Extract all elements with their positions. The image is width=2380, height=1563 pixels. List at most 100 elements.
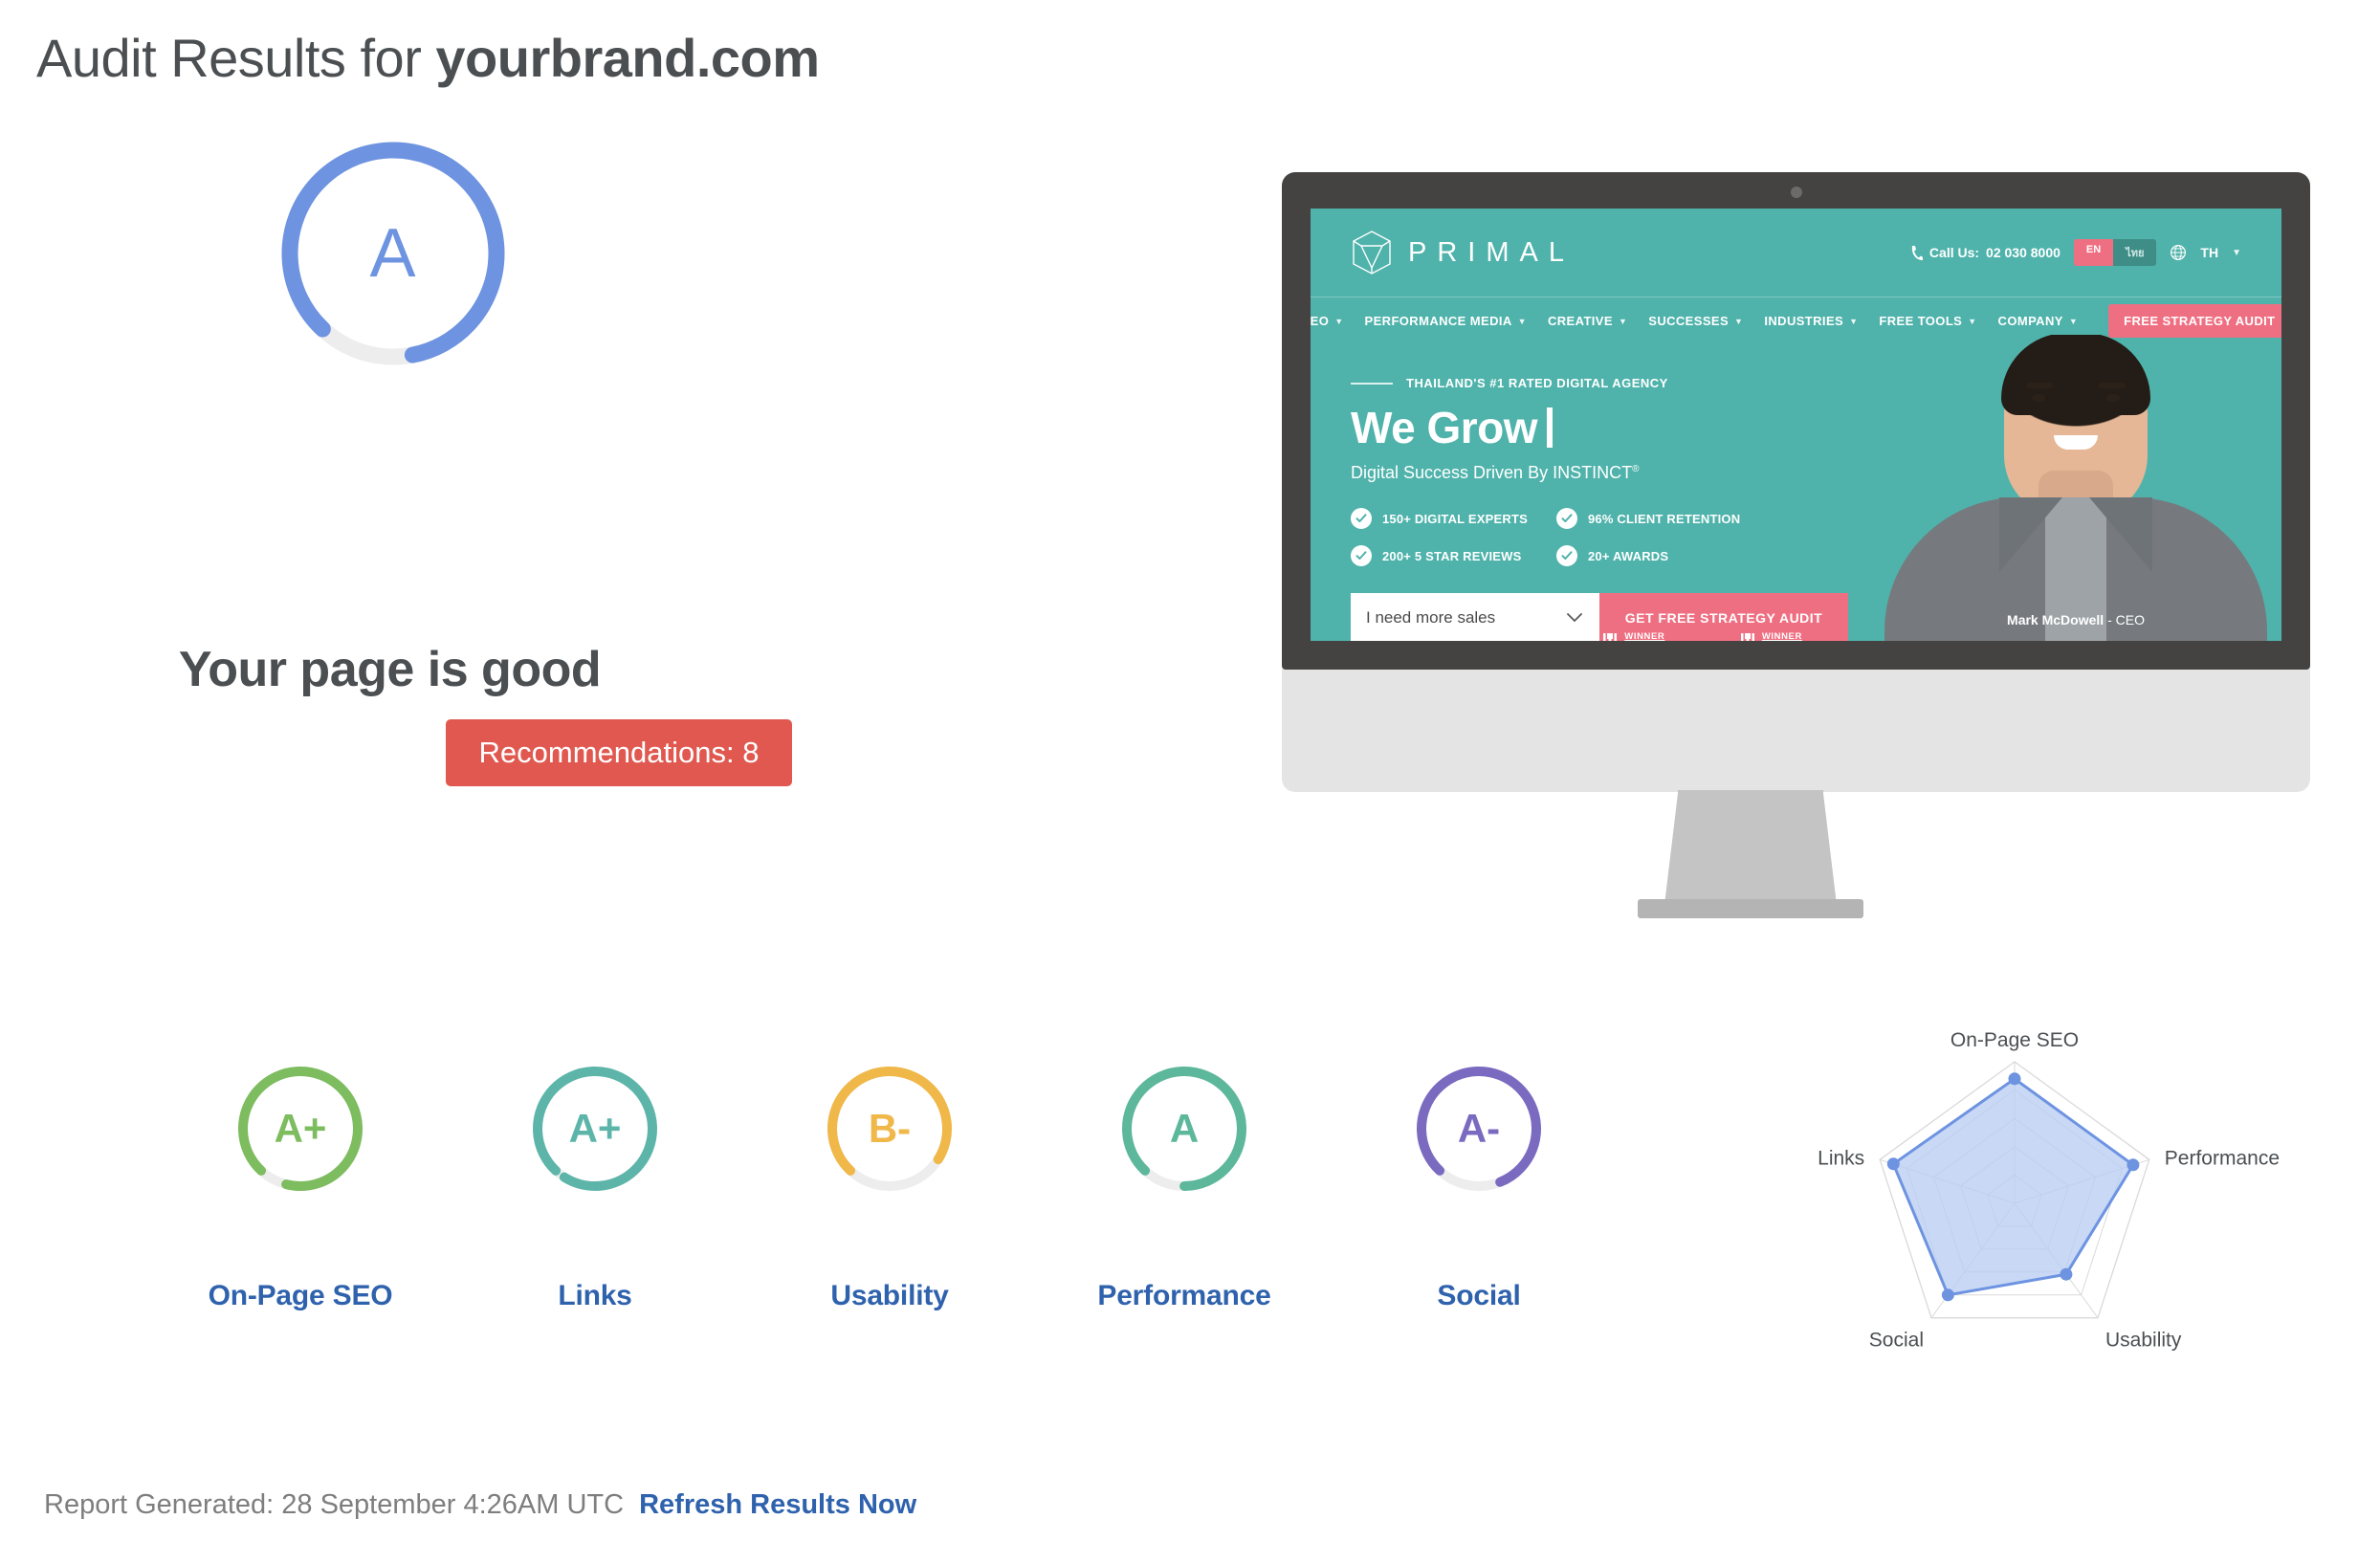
category-scores-row: A+ On-Page SEO A+ Links B- Usability A Performa…: [153, 1062, 1626, 1312]
nav-label: CREATIVE: [1547, 314, 1613, 328]
portrait-brow-left: [2026, 383, 2053, 388]
radar-axis-label: Social: [1869, 1330, 1924, 1352]
hero-bullet-label: 200+ 5 STAR REVIEWS: [1382, 548, 1522, 563]
category-gauge: A+: [528, 1062, 662, 1196]
page-title-prefix: Audit Results for: [36, 28, 436, 88]
category-label[interactable]: Social: [1437, 1280, 1520, 1312]
portrait-eye-left: [2032, 394, 2045, 402]
hero-subhead-text: Digital Success Driven By INSTINCT: [1351, 463, 1633, 482]
hero-eyebrow-row: THAILAND'S #1 RATED DIGITAL AGENCY: [1351, 376, 1963, 390]
award-item: WINNER GROWING BUSINESSES ONLINE Google: [1351, 631, 1436, 641]
radar-axis-label: Performance: [2165, 1147, 2280, 1169]
monitor-bezel: PRIMAL Call Us: 02 030 8000 EN ไทย TH ▼ …: [1282, 172, 2310, 670]
recommendations-button[interactable]: Recommendations: 8: [446, 719, 792, 786]
hero-goal-value: I need more sales: [1366, 608, 1496, 627]
nav-item-free-tools[interactable]: FREE TOOLS ▼: [1879, 314, 1976, 328]
hero-bullets: 150+ DIGITAL EXPERTS 96% CLIENT RETENTIO…: [1351, 508, 1963, 566]
category-score-social: A- Social: [1332, 1062, 1626, 1312]
category-label[interactable]: Usability: [830, 1280, 948, 1312]
nav-item-industries[interactable]: INDUSTRIES ▼: [1764, 314, 1858, 328]
hero-bullet-label: 96% CLIENT RETENTION: [1588, 511, 1741, 526]
monitor-foot: [1638, 899, 1863, 918]
locale-code[interactable]: TH: [2200, 245, 2218, 260]
chevron-down-icon: ▼: [1849, 316, 1859, 326]
hero-eyebrow: THAILAND'S #1 RATED DIGITAL AGENCY: [1406, 376, 1668, 390]
award-body: WINNER BEST OVERALL SEO INTIATIVE ENTERP…: [1624, 631, 1703, 641]
category-label[interactable]: Performance: [1097, 1280, 1270, 1312]
category-gauge: A-: [1412, 1062, 1546, 1196]
hero-subhead-sup: ®: [1632, 464, 1640, 474]
portrait-eye-right: [2106, 394, 2120, 402]
radar-svg: On-Page SEO Performance Usability Social Lin…: [1818, 1029, 2280, 1352]
preview-logo[interactable]: PRIMAL: [1351, 230, 1575, 275]
category-label[interactable]: On-Page SEO: [209, 1280, 393, 1312]
radar-data-area: [1891, 1077, 2135, 1297]
hero-subhead: Digital Success Driven By INSTINCT®: [1351, 463, 1963, 483]
award-winner-label: WINNER: [1624, 631, 1665, 641]
globe-icon: [2171, 245, 2187, 260]
radar-axis-label: Links: [1818, 1147, 1864, 1169]
check-icon: [1556, 545, 1577, 566]
page-title-domain: yourbrand.com: [435, 28, 820, 88]
portrait-brow-right: [2099, 383, 2126, 388]
nav-item-seo[interactable]: SEO ▼: [1311, 314, 1344, 328]
award-body: WINNER BEST E-COMMERCE CAMPAIGN Asia E-C…: [1495, 631, 1565, 641]
preview-topbar-right: Call Us: 02 030 8000 EN ไทย TH ▼: [1910, 239, 2241, 266]
language-toggle[interactable]: EN ไทย: [2073, 239, 2157, 266]
lang-en-option[interactable]: EN: [2073, 239, 2114, 266]
nav-item-successes[interactable]: SUCCESSES ▼: [1648, 314, 1743, 328]
eyebrow-dash: [1351, 382, 1393, 385]
nav-label: SUCCESSES: [1648, 314, 1730, 328]
award-badge-icon: [1351, 631, 1364, 641]
category-gauge: B-: [823, 1062, 957, 1196]
preview-phone[interactable]: Call Us: 02 030 8000: [1910, 245, 2060, 261]
nav-cta-button[interactable]: FREE STRATEGY AUDIT: [2108, 304, 2281, 338]
award-item: WINNER BEST E-COMMERCE CAMPAIGN Asia E-C…: [1474, 631, 1565, 641]
radar-data-point: [2060, 1267, 2073, 1281]
chevron-down-icon: ▼: [2232, 247, 2241, 258]
category-label[interactable]: Links: [558, 1280, 632, 1312]
hero-bullet: 200+ 5 STAR REVIEWS: [1351, 545, 1547, 566]
chevron-down-icon: ▼: [1334, 316, 1344, 326]
nav-item-creative[interactable]: CREATIVE ▼: [1548, 314, 1627, 328]
preview-hero: THAILAND'S #1 RATED DIGITAL AGENCY We Gr…: [1351, 376, 1963, 641]
category-score-on-page-seo: A+ On-Page SEO: [153, 1062, 448, 1312]
report-footer: Report Generated: 28 September 4:26AM UT…: [44, 1489, 916, 1521]
nav-label: INDUSTRIES: [1764, 314, 1844, 328]
chevron-down-icon: ▼: [1618, 316, 1628, 326]
nav-item-performance-media[interactable]: PERFORMANCE MEDIA ▼: [1365, 314, 1527, 328]
site-preview-screen[interactable]: PRIMAL Call Us: 02 030 8000 EN ไทย TH ▼ …: [1311, 209, 2281, 641]
radar-data-point: [2127, 1158, 2140, 1172]
award-item: WINNER BEST OVERALL SEO INTIATIVE ENTERP…: [1603, 631, 1703, 641]
award-body: WINNER DIGITAL MARKETING Marketing Excel…: [1762, 631, 1844, 641]
award-winner-label: WINNER: [1761, 631, 1802, 641]
preview-phone-number: 02 030 8000: [1986, 245, 2060, 260]
audit-results-page: Audit Results for yourbrand.com A Your p…: [0, 0, 2380, 1563]
preview-topbar: PRIMAL Call Us: 02 030 8000 EN ไทย TH ▼: [1311, 209, 2281, 297]
site-preview-monitor: PRIMAL Call Us: 02 030 8000 EN ไทย TH ▼ …: [1282, 172, 2310, 670]
overall-score-gauge: A: [274, 134, 513, 373]
radar-data-point: [2008, 1072, 2021, 1086]
portrait-name: Mark McDowell: [2007, 612, 2105, 627]
lang-th-option[interactable]: ไทย: [2113, 239, 2157, 266]
award-badge-icon: [1474, 631, 1488, 641]
check-icon: [1351, 508, 1372, 529]
radar-axis-label: Usability: [2105, 1330, 2182, 1352]
radar-data-point: [1941, 1288, 1954, 1302]
category-grade: A+: [568, 1106, 622, 1151]
category-grade: A+: [274, 1106, 327, 1151]
nav-label: SEO: [1311, 314, 1330, 328]
award-badge-icon: [1603, 631, 1618, 641]
primal-cube-icon: [1353, 231, 1391, 275]
report-generated-text: Report Generated: 28 September 4:26AM UT…: [44, 1489, 625, 1520]
hero-bullet: 150+ DIGITAL EXPERTS: [1351, 508, 1547, 529]
chevron-down-icon: ▼: [2068, 316, 2079, 326]
nav-item-company[interactable]: COMPANY ▼: [1998, 314, 2079, 328]
chevron-down-icon: ▼: [1968, 316, 1977, 326]
portrait-caption: Mark McDowell - CEO: [2007, 612, 2145, 627]
refresh-results-link[interactable]: Refresh Results Now: [639, 1489, 916, 1521]
award-winner-label: WINNER: [1372, 631, 1413, 641]
award-badge-icon: [1740, 631, 1754, 641]
nav-label: COMPANY: [1997, 314, 2063, 328]
check-icon: [1351, 545, 1372, 566]
